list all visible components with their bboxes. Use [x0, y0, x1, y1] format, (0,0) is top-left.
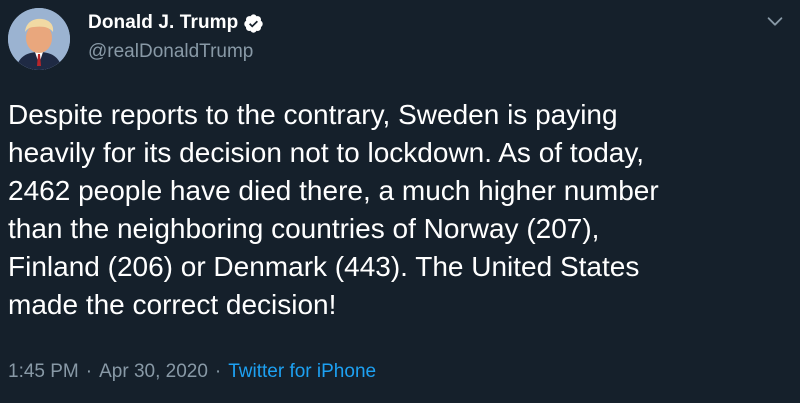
tweet-line: than the neighboring countries of Norway…	[8, 213, 600, 244]
tweet-date[interactable]: Apr 30, 2020	[99, 361, 208, 383]
tweet-line: heavily for its decision not to lockdown…	[8, 137, 645, 168]
tweet-meta: 1:45 PM · Apr 30, 2020 · Twitter for iPh…	[8, 361, 376, 383]
meta-separator: ·	[85, 361, 93, 382]
tweet-line: Finland (206) or Denmark (443). The Unit…	[8, 251, 640, 282]
tweet-line: made the correct decision!	[8, 289, 337, 320]
tweet-card: Donald J. Trump @realDonaldTrump Despite…	[0, 0, 800, 403]
verified-badge-icon	[243, 13, 264, 34]
tweet-line: 2462 people have died there, a much high…	[8, 175, 659, 206]
tweet-source-link[interactable]: Twitter for iPhone	[228, 361, 376, 383]
tweet-text: Despite reports to the contrary, Sweden …	[8, 96, 792, 324]
tweet-line: Despite reports to the contrary, Sweden …	[8, 99, 618, 130]
handle[interactable]: @realDonaldTrump	[88, 41, 264, 63]
avatar-portrait-icon	[8, 8, 70, 70]
tweet-time[interactable]: 1:45 PM	[8, 361, 79, 383]
meta-separator: ·	[214, 361, 222, 382]
author-block[interactable]: Donald J. Trump @realDonaldTrump	[88, 10, 264, 63]
chevron-down-icon[interactable]	[764, 10, 786, 32]
display-name[interactable]: Donald J. Trump	[88, 12, 238, 34]
avatar[interactable]	[8, 8, 70, 70]
name-row: Donald J. Trump	[88, 10, 264, 36]
